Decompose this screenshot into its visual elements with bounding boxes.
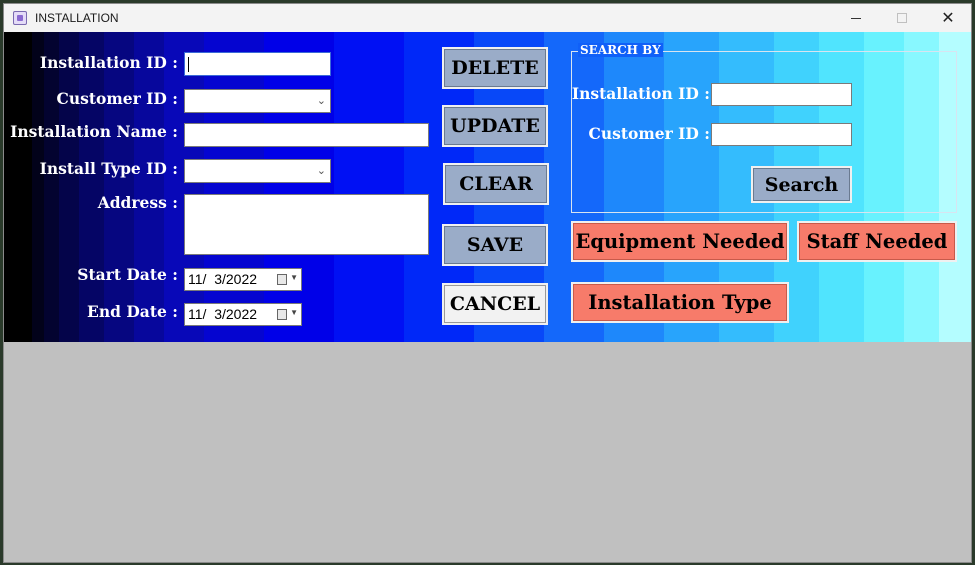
installation-id-label: Installation ID : [39,53,178,72]
installation-window: INSTALLATION ✕ Installation ID : Custome… [3,3,972,563]
installation-id-field[interactable] [184,52,331,76]
form-panel: Installation ID : Customer ID : ⌄ Instal… [4,32,971,342]
start-date-value: 11/ 3/2022 [188,271,258,287]
customer-id-dropdown[interactable]: ⌄ [184,89,331,113]
staff-needed-button[interactable]: Staff Needed [797,221,957,262]
minimize-button[interactable] [833,4,879,32]
install-type-id-dropdown[interactable]: ⌄ [184,159,331,183]
app-icon [13,11,27,25]
install-type-id-label: Install Type ID : [39,159,178,178]
search-installation-id-label: Installation ID : [571,84,710,103]
chevron-down-icon[interactable]: ▼ [290,309,298,317]
start-date-picker[interactable]: 11/ 3/2022 ▼ [184,268,302,291]
customer-id-label: Customer ID : [56,89,178,108]
search-button[interactable]: Search [751,166,852,203]
cancel-button[interactable]: CANCEL [442,283,548,325]
installation-name-label: Installation Name : [10,122,178,141]
start-date-label: Start Date : [77,265,178,284]
installation-type-button[interactable]: Installation Type [571,282,789,323]
window-title: INSTALLATION [35,11,119,25]
calendar-icon[interactable] [277,274,287,285]
text-caret [188,57,189,72]
delete-button[interactable]: DELETE [442,47,548,89]
search-installation-id-field[interactable] [711,83,852,106]
search-by-title: SEARCH BY [578,43,663,57]
save-button[interactable]: SAVE [442,224,548,266]
title-bar[interactable]: INSTALLATION ✕ [4,4,971,32]
equipment-needed-button[interactable]: Equipment Needed [571,221,789,262]
address-label: Address : [97,193,178,212]
close-icon: ✕ [941,8,955,27]
maximize-button[interactable] [879,4,925,32]
chevron-down-icon: ⌄ [316,164,326,177]
end-date-label: End Date : [87,302,178,321]
address-field[interactable] [184,194,429,255]
close-button[interactable]: ✕ [925,4,971,32]
maximize-icon [897,13,907,23]
installation-name-field[interactable] [184,123,429,147]
end-date-picker[interactable]: 11/ 3/2022 ▼ [184,303,302,326]
search-customer-id-label: Customer ID : [588,124,710,143]
update-button[interactable]: UPDATE [442,105,548,147]
empty-content-area [4,342,971,562]
search-customer-id-field[interactable] [711,123,852,146]
end-date-value: 11/ 3/2022 [188,306,258,322]
chevron-down-icon[interactable]: ▼ [290,274,298,282]
calendar-icon[interactable] [277,309,287,320]
minimize-icon [851,17,861,19]
chevron-down-icon: ⌄ [316,94,326,107]
clear-button[interactable]: CLEAR [443,163,549,205]
